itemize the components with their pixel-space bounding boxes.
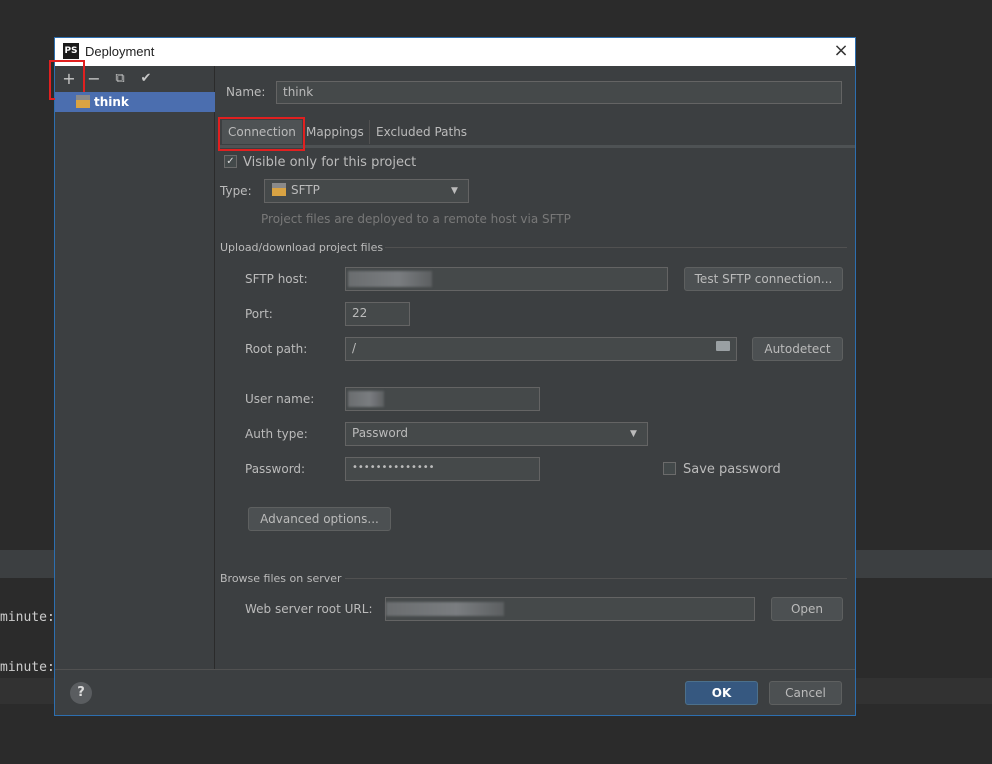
cancel-button[interactable]: Cancel bbox=[769, 681, 842, 705]
deployment-dialog: PS Deployment × + − ⧉ ✔ think Name: thin… bbox=[49, 37, 856, 716]
remove-server-button[interactable]: − bbox=[83, 68, 105, 90]
root-path-value: / bbox=[352, 341, 357, 355]
user-name-field[interactable] bbox=[345, 387, 540, 411]
folder-icon[interactable] bbox=[716, 341, 730, 351]
dialog-titlebar: PS Deployment × bbox=[55, 38, 855, 66]
sftp-server-icon bbox=[76, 95, 90, 108]
console-text-line: minute: bbox=[0, 610, 55, 625]
close-icon[interactable]: × bbox=[831, 41, 851, 61]
type-label: Type: bbox=[220, 184, 252, 198]
type-value: SFTP bbox=[291, 183, 320, 197]
password-field[interactable]: •••••••••••••• bbox=[345, 457, 540, 481]
copy-server-button[interactable]: ⧉ bbox=[109, 68, 131, 90]
test-connection-button[interactable]: Test SFTP connection... bbox=[684, 267, 843, 291]
web-root-field[interactable] bbox=[385, 597, 755, 621]
name-field[interactable]: think bbox=[276, 81, 842, 104]
type-hint: Project files are deployed to a remote h… bbox=[261, 212, 571, 226]
highlight-box-connection bbox=[218, 117, 305, 151]
open-button[interactable]: Open bbox=[771, 597, 843, 621]
root-path-field[interactable]: / bbox=[345, 337, 737, 361]
chevron-down-icon: ▼ bbox=[451, 186, 458, 196]
phpstorm-logo-icon: PS bbox=[63, 43, 79, 59]
name-label: Name: bbox=[226, 85, 266, 99]
redacted-url bbox=[386, 602, 504, 616]
root-path-label: Root path: bbox=[245, 342, 308, 356]
web-root-label: Web server root URL: bbox=[245, 602, 373, 616]
user-name-label: User name: bbox=[245, 392, 315, 406]
visible-only-checkbox[interactable]: ✓ bbox=[224, 155, 237, 168]
save-password-label: Save password bbox=[683, 462, 781, 477]
visible-only-label: Visible only for this project bbox=[243, 155, 417, 170]
advanced-options-button[interactable]: Advanced options... bbox=[248, 507, 391, 531]
set-default-button[interactable]: ✔ bbox=[135, 68, 157, 90]
upload-section-title: Upload/download project files bbox=[220, 241, 384, 254]
type-dropdown[interactable]: SFTP ▼ bbox=[264, 179, 469, 203]
tab-mappings[interactable]: Mappings bbox=[300, 120, 370, 144]
redacted-user bbox=[348, 391, 384, 407]
server-list-panel: + − ⧉ ✔ think bbox=[49, 60, 215, 670]
dialog-title: Deployment bbox=[85, 44, 155, 59]
sftp-host-label: SFTP host: bbox=[245, 272, 308, 286]
autodetect-button[interactable]: Autodetect bbox=[752, 337, 843, 361]
sftp-type-icon bbox=[272, 183, 286, 196]
auth-type-label: Auth type: bbox=[245, 427, 308, 441]
help-icon[interactable]: ? bbox=[70, 682, 92, 704]
password-label: Password: bbox=[245, 462, 306, 476]
browse-section-title: Browse files on server bbox=[220, 572, 342, 585]
server-name: think bbox=[94, 95, 129, 109]
section-divider bbox=[345, 578, 847, 579]
tab-excluded-paths[interactable]: Excluded Paths bbox=[369, 120, 473, 144]
chevron-down-icon: ▼ bbox=[630, 429, 637, 439]
auth-type-value: Password bbox=[352, 426, 409, 440]
save-password-checkbox[interactable] bbox=[663, 462, 676, 475]
sftp-host-field[interactable] bbox=[345, 267, 668, 291]
ok-button[interactable]: OK bbox=[685, 681, 758, 705]
auth-type-dropdown[interactable]: Password ▼ bbox=[345, 422, 648, 446]
port-field[interactable]: 22 bbox=[345, 302, 410, 326]
port-label: Port: bbox=[245, 307, 273, 321]
redacted-host bbox=[348, 271, 432, 287]
section-divider bbox=[385, 247, 847, 248]
tab-underline bbox=[219, 145, 855, 148]
console-text-line: minute: bbox=[0, 660, 55, 675]
server-list-item[interactable]: think bbox=[55, 92, 215, 112]
footer-divider bbox=[55, 669, 855, 670]
